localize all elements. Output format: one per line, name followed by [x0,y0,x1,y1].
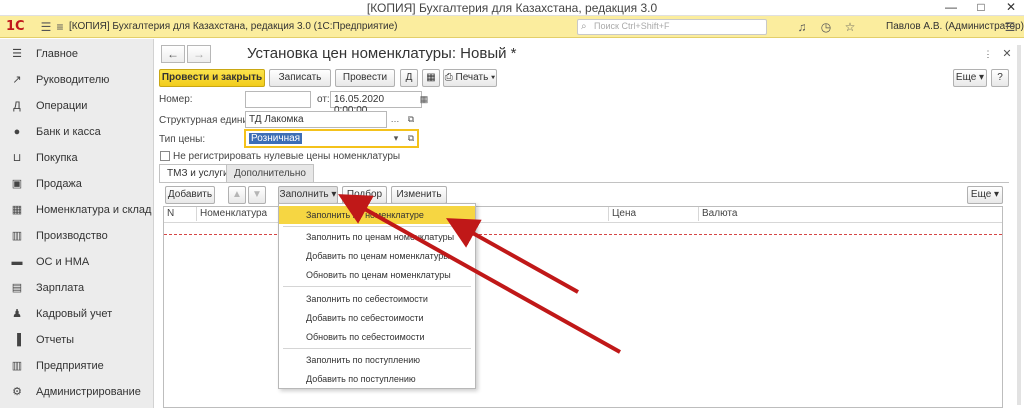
arrow-to-menu-item [446,218,579,294]
annotation-arrows [338,194,621,354]
arrow-to-fill-button [338,194,621,354]
